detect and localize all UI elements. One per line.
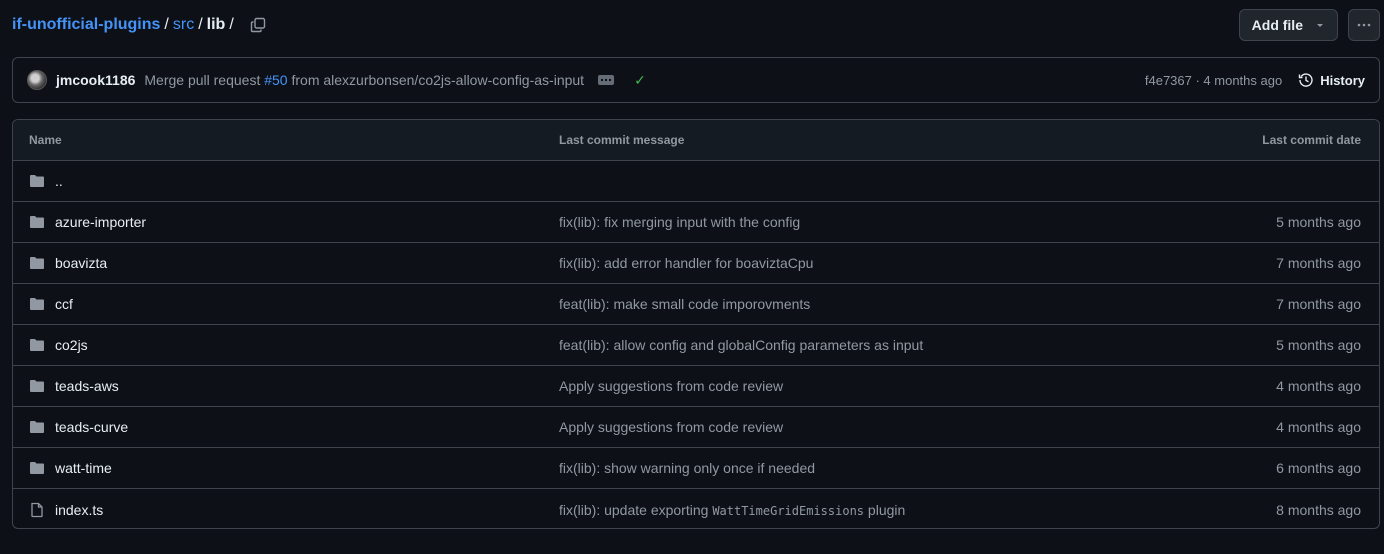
parent-directory-row[interactable]: .. [13, 161, 1379, 202]
file-name-link[interactable]: boavizta [55, 255, 107, 271]
breadcrumb-src-link[interactable]: src [173, 16, 194, 34]
breadcrumb-current: lib [206, 16, 226, 33]
parent-directory-link[interactable]: .. [55, 173, 63, 189]
latest-commit-bar: jmcook1186 Merge pull request #50 from a… [12, 57, 1380, 103]
table-row[interactable]: index.ts fix(lib): update exporting Watt… [13, 489, 1379, 528]
pull-request-link[interactable]: #50 [264, 72, 287, 88]
copy-path-button[interactable] [246, 13, 270, 37]
breadcrumb-repo-link[interactable]: if-unofficial-plugins [12, 16, 160, 34]
commit-date: 5 months ago [1276, 337, 1361, 353]
table-row[interactable]: co2js feat(lib): allow config and global… [13, 325, 1379, 366]
table-row[interactable]: teads-curve Apply suggestions from code … [13, 407, 1379, 448]
table-row[interactable]: ccf feat(lib): make small code imporovme… [13, 284, 1379, 325]
commit-date: 7 months ago [1276, 255, 1361, 271]
file-name-link[interactable]: ccf [55, 296, 73, 312]
breadcrumb-separator: / [229, 16, 234, 33]
commit-date: 5 months ago [1276, 214, 1361, 230]
breadcrumb-separator: / [164, 16, 169, 33]
commit-message-link[interactable]: Apply suggestions from code review [559, 419, 1079, 435]
file-name-link[interactable]: watt-time [55, 460, 112, 476]
top-actions: Add file [1238, 9, 1380, 41]
history-icon [1299, 73, 1313, 87]
triangle-down-icon [1317, 24, 1323, 27]
file-icon [31, 502, 43, 517]
file-name-link[interactable]: index.ts [55, 502, 103, 518]
folder-icon [30, 380, 44, 392]
kebab-horizontal-icon [1357, 23, 1371, 27]
breadcrumb-bar: if-unofficial-plugins / src / lib / Add … [12, 8, 1380, 42]
check-status-icon[interactable]: ✓ [634, 72, 646, 89]
table-row[interactable]: teads-aws Apply suggestions from code re… [13, 366, 1379, 407]
avatar[interactable] [27, 70, 47, 90]
header-name: Name [29, 133, 62, 147]
commit-author[interactable]: jmcook1186 [56, 72, 135, 88]
table-row[interactable]: azure-importer fix(lib): fix merging inp… [13, 202, 1379, 243]
breadcrumb-separator: / [198, 16, 203, 33]
file-table: Name Last commit message Last commit dat… [12, 119, 1380, 529]
commit-message-link[interactable]: fix(lib): add error handler for boavizta… [559, 255, 1079, 271]
add-file-button[interactable]: Add file [1238, 9, 1338, 41]
commit-message-link[interactable]: Apply suggestions from code review [559, 378, 1079, 394]
commit-message-code: WattTimeGridEmissions [712, 503, 865, 518]
file-name-link[interactable]: teads-aws [55, 378, 119, 394]
commit-meta: f4e7367 · 4 months ago History [1145, 72, 1365, 88]
commit-message-suffix: from alexzurbonsen/co2js-allow-config-as… [287, 72, 585, 88]
file-name-link[interactable]: co2js [55, 337, 88, 353]
more-options-button[interactable] [1348, 9, 1380, 41]
commit-date: 4 months ago [1276, 378, 1361, 394]
commit-date: 4 months ago [1276, 419, 1361, 435]
table-header: Name Last commit message Last commit dat… [13, 120, 1379, 161]
commit-message-suffix: plugin [864, 501, 906, 518]
folder-icon [30, 216, 44, 228]
commit-sha-time[interactable]: f4e7367 · 4 months ago [1145, 73, 1282, 88]
commit-date: 8 months ago [1276, 501, 1361, 518]
folder-icon [30, 298, 44, 310]
commit-date: 6 months ago [1276, 460, 1361, 476]
table-row[interactable]: watt-time fix(lib): show warning only on… [13, 448, 1379, 489]
header-message: Last commit message [559, 133, 685, 147]
commit-message-link[interactable]: feat(lib): make small code imporovments [559, 296, 1079, 312]
file-name-link[interactable]: teads-curve [55, 419, 128, 435]
folder-icon [30, 257, 44, 269]
commit-message-link[interactable]: fix(lib): update exporting WattTimeGridE… [559, 502, 1079, 518]
commit-message-prefix: Merge pull request [144, 72, 265, 88]
commit-message-link[interactable]: fix(lib): show warning only once if need… [559, 460, 1079, 476]
commit-message[interactable]: Merge pull request #50 from alexzurbonse… [144, 72, 584, 88]
file-name-link[interactable]: azure-importer [55, 214, 146, 230]
folder-icon [30, 462, 44, 474]
history-label: History [1320, 72, 1365, 88]
table-row[interactable]: boavizta fix(lib): add error handler for… [13, 243, 1379, 284]
commit-date: 7 months ago [1276, 296, 1361, 312]
commit-message-link[interactable]: fix(lib): fix merging input with the con… [559, 214, 1079, 230]
expand-message-button[interactable] [598, 75, 615, 85]
add-file-label: Add file [1251, 17, 1303, 33]
folder-icon [30, 421, 44, 433]
commit-message-prefix: fix(lib): update exporting [559, 501, 713, 518]
commit-message-link[interactable]: feat(lib): allow config and globalConfig… [559, 337, 1079, 353]
folder-icon [30, 339, 44, 351]
header-date: Last commit date [1262, 133, 1361, 147]
folder-icon [30, 175, 44, 187]
copy-icon [250, 17, 265, 33]
breadcrumb: if-unofficial-plugins / src / lib / [12, 13, 270, 37]
history-button[interactable]: History [1298, 72, 1365, 88]
